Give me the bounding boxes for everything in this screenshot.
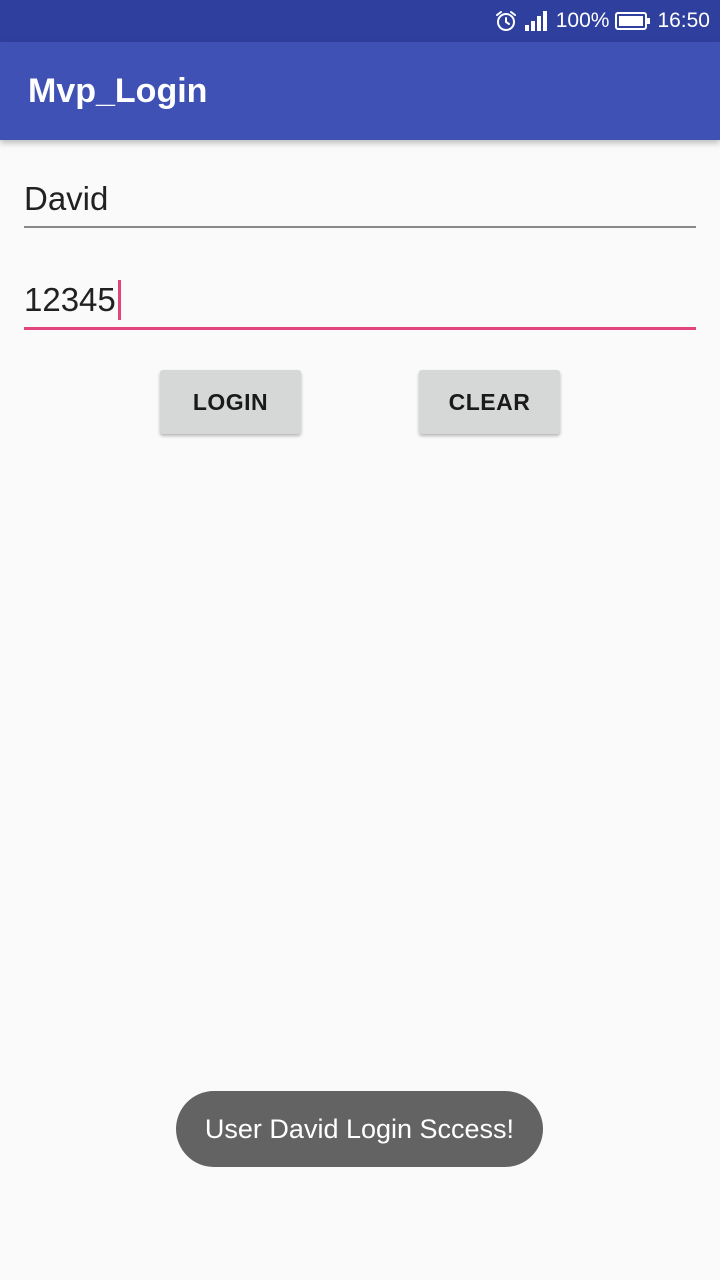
status-indicators: 100% 16:50 [494, 0, 710, 42]
login-button[interactable]: LOGIN [160, 370, 301, 434]
app-title: Mvp_Login [28, 72, 208, 110]
username-underline [24, 226, 696, 228]
password-underline [24, 327, 696, 330]
username-field[interactable]: David [24, 168, 696, 228]
app-bar: Mvp_Login [0, 42, 720, 140]
password-value: 12345 [24, 281, 116, 318]
username-value: David [24, 180, 109, 217]
alarm-icon [494, 9, 518, 33]
clear-button[interactable]: CLEAR [419, 370, 560, 434]
toast-message: User David Login Sccess! [176, 1091, 543, 1167]
signal-icon [524, 10, 550, 32]
battery-percent: 100% [555, 9, 610, 32]
battery-icon [615, 11, 651, 31]
status-bar: 100% 16:50 [0, 0, 720, 42]
text-cursor [117, 280, 121, 320]
status-time: 16:50 [657, 9, 710, 32]
password-field[interactable]: 12345 [24, 270, 696, 330]
password-text: 12345 [24, 280, 121, 320]
